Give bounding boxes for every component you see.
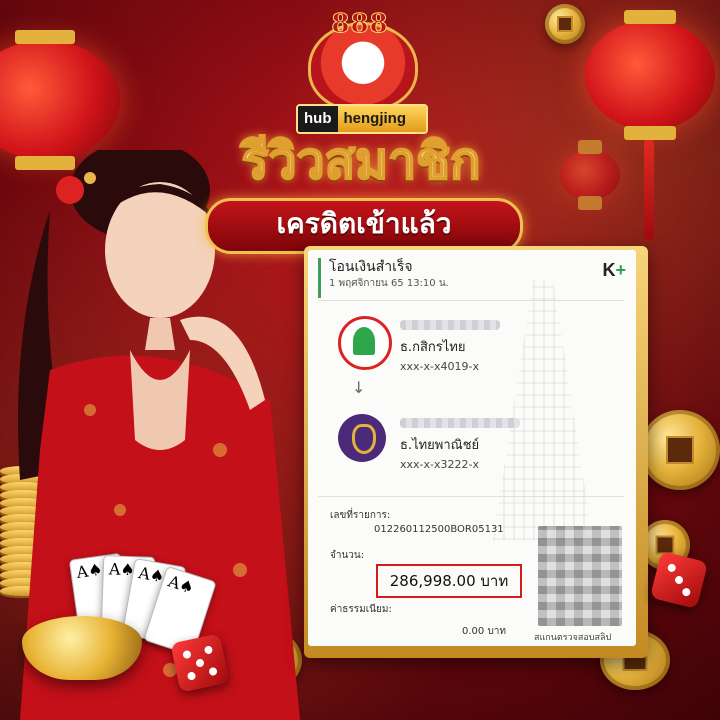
transfer-slip: โอนเงินสำเร็จ 1 พฤศจิกายน 65 13:10 น. K+… [308,250,636,646]
building-watermark [493,280,593,540]
coin-icon [640,410,720,490]
headline-title: รีวิวสมาชิก [241,131,482,191]
slip-date: 1 พฤศจิกายน 65 13:10 น. [329,278,449,289]
coin-icon [545,4,585,44]
kasikorn-bank-icon [338,316,392,370]
arrow-down-icon: ↓ [352,378,366,397]
card-rank: A♠ [75,559,104,582]
sender-account: xxx-x-x4019-x [400,360,479,373]
divider [318,496,624,497]
lantern-tassel [644,140,654,240]
receiver-account: xxx-x-x3222-x [400,458,479,471]
fee-value: 0.00 บาท [462,626,506,637]
transfer-slip-frame: โอนเงินสำเร็จ 1 พฤศจิกายน 65 13:10 น. K+… [304,246,648,658]
gold-ingot-icon [22,616,142,680]
receiver-bank-name: ธ.ไทยพาณิชย์ [400,438,480,453]
lantern-right [585,10,715,140]
fee-label: ค่าธรรมเนียม: [330,604,392,615]
blurred-sender-name [400,320,500,330]
qr-code [538,526,622,626]
divider [318,300,624,301]
slip-header: โอนเงินสำเร็จ 1 พฤศจิกายน 65 13:10 น. [318,258,629,298]
kplus-plus: + [615,260,626,280]
kplus-logo: K+ [602,260,626,281]
reference-label: เลขที่รายการ: [330,510,391,521]
amount-highlight-box: 286,998.00 บาท [376,564,522,598]
reference-value: 012260112500BOR05131 [374,524,504,535]
sender-bank-name: ธ.กสิกรไทย [400,340,466,355]
blurred-receiver-name [400,418,520,428]
scb-bank-icon [338,414,386,462]
amount-label: จำนวน: [330,550,365,561]
headline-subtitle: เครดิตเข้าแล้ว [276,207,452,240]
qr-label: สแกนตรวจสอบสลิป [534,633,612,643]
card-rank: A♠ [165,571,197,598]
slip-title: โอนเงินสำเร็จ [329,259,413,275]
brand-logo: 888 hub hengjing [290,8,430,134]
kplus-k: K [602,260,616,280]
logo-badge-888: 888 [331,9,389,39]
lantern-far [560,140,620,210]
dice-icon [170,633,230,693]
amount-value: 286,998.00 บาท [389,572,509,590]
